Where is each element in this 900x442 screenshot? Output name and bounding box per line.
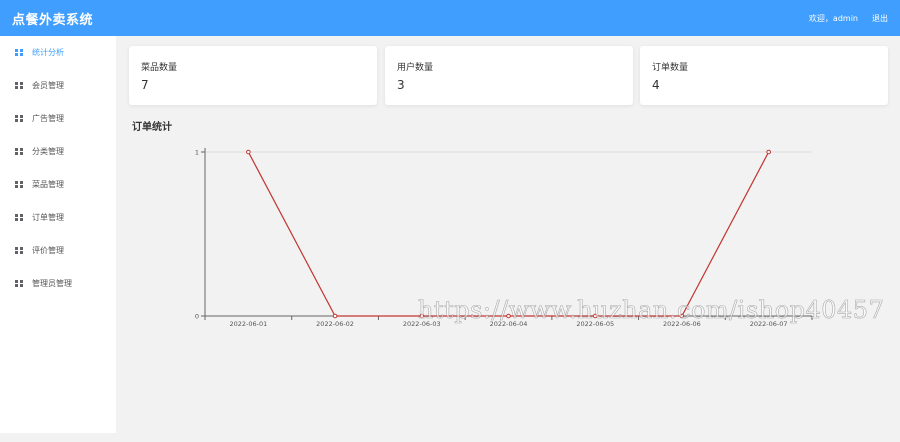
x-tick-label: 2022-06-02 [316,320,354,328]
y-tick-label: 0 [195,313,199,321]
data-point [246,149,251,155]
y-tick-label: 1 [195,149,199,157]
data-point [332,313,338,319]
data-point [766,149,771,155]
x-tick-label: 2022-06-01 [229,320,267,328]
order-line-chart: 012022-06-01 2022-06-02 2022-06-03 2022-06-… [195,148,813,328]
watermark-text: https://www.huzhan.com/ishop40457 [418,296,885,325]
series-line [247,151,770,317]
